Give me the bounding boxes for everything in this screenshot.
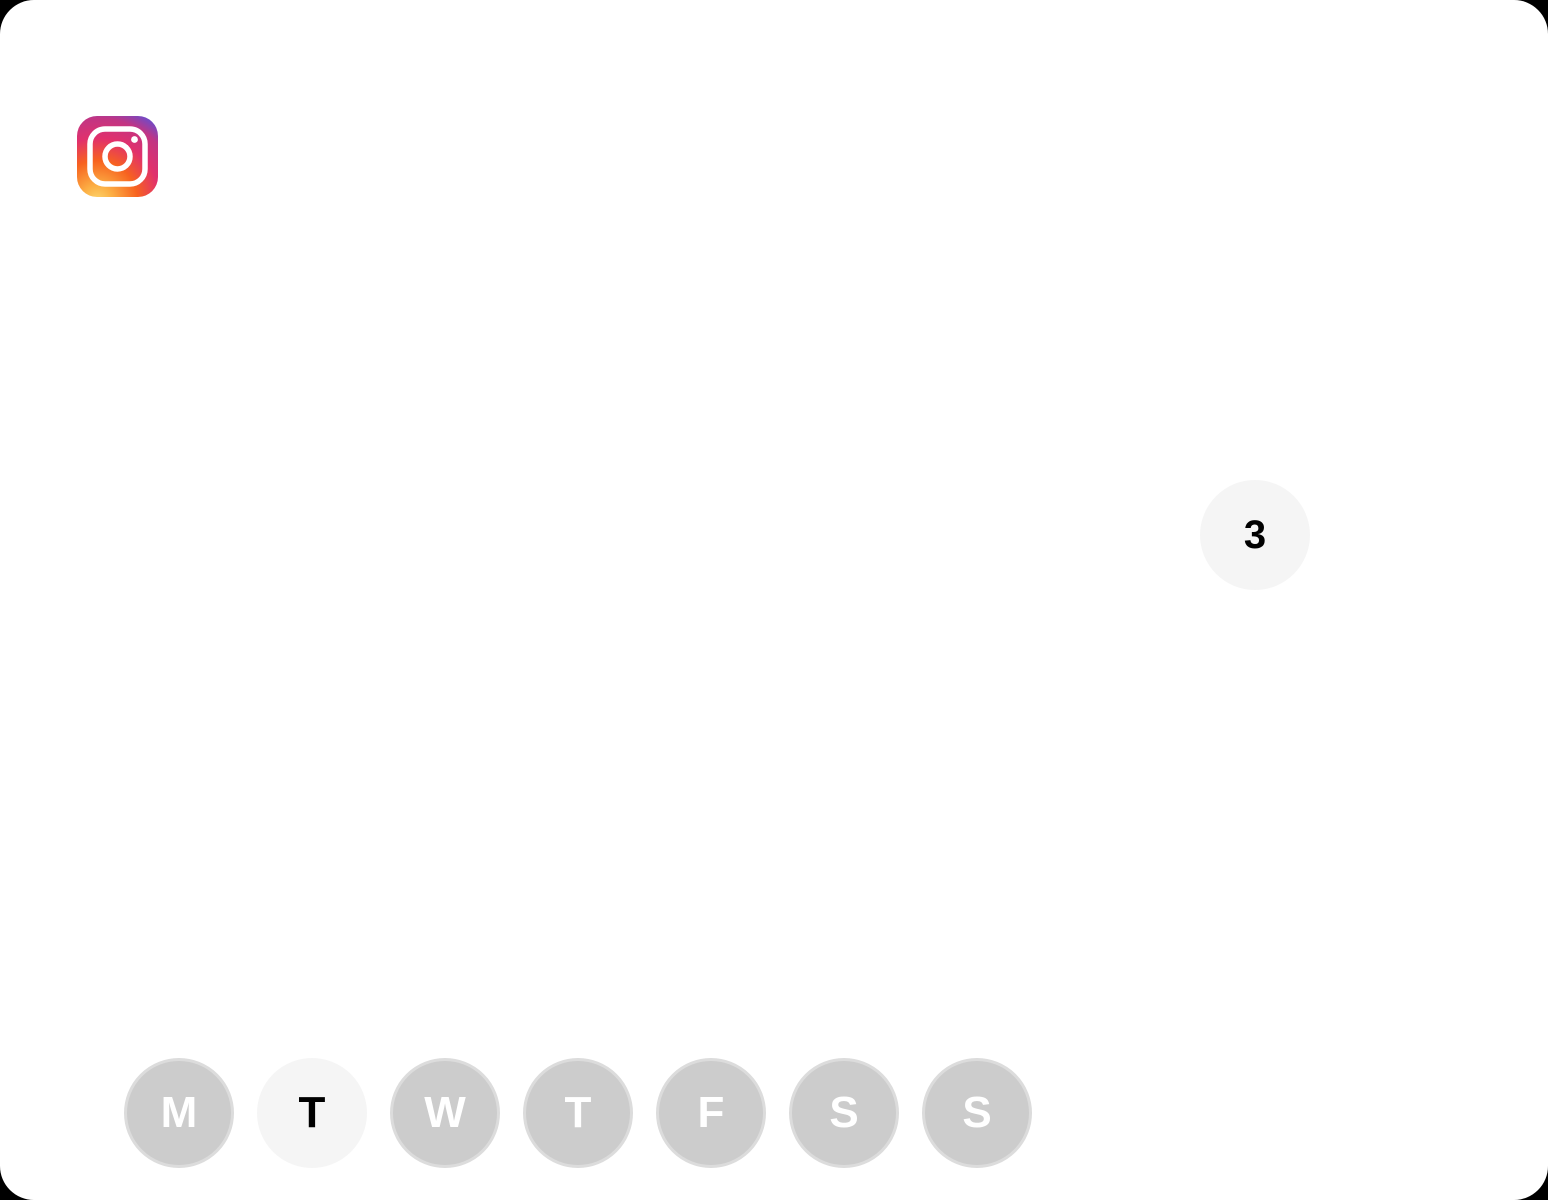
day-thursday[interactable]: T bbox=[523, 1058, 633, 1168]
day-tuesday[interactable]: T bbox=[257, 1058, 367, 1168]
day-sunday[interactable]: S bbox=[922, 1058, 1032, 1168]
instagram-icon[interactable] bbox=[77, 116, 158, 197]
widget-card: 3 M T W T F S S bbox=[0, 0, 1548, 1200]
count-badge: 3 bbox=[1200, 480, 1310, 590]
day-monday[interactable]: M bbox=[124, 1058, 234, 1168]
weekday-selector: M T W T F S S bbox=[124, 1058, 1032, 1168]
day-saturday[interactable]: S bbox=[789, 1058, 899, 1168]
day-friday[interactable]: F bbox=[656, 1058, 766, 1168]
day-wednesday[interactable]: W bbox=[390, 1058, 500, 1168]
